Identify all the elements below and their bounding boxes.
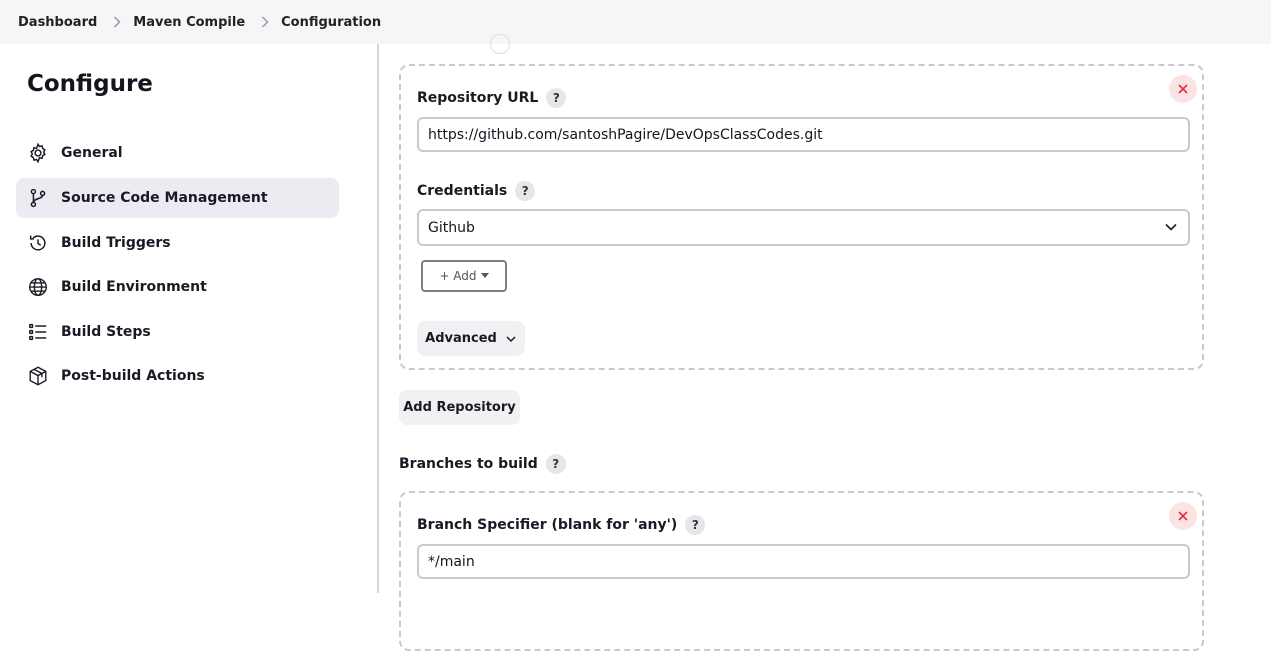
- main-content: Repository URL ? https://github.com/sant…: [379, 34, 1271, 651]
- help-icon[interactable]: ?: [546, 88, 567, 108]
- package-icon: [26, 364, 50, 388]
- advanced-button[interactable]: Advanced: [417, 321, 525, 356]
- breadcrumb: Dashboard Maven Compile Configuration: [0, 15, 381, 30]
- clock-icon: [26, 231, 50, 255]
- chevron-right-icon: [113, 16, 121, 28]
- sidebar-item-build-environment[interactable]: Build Environment: [16, 267, 339, 307]
- globe-icon: [26, 275, 50, 299]
- sidebar-item-post-build-actions[interactable]: Post-build Actions: [16, 356, 339, 396]
- sidebar-item-label: Build Triggers: [61, 235, 171, 251]
- help-icon: [490, 34, 510, 54]
- help-icon[interactable]: ?: [685, 515, 706, 535]
- credentials-select[interactable]: Github: [417, 209, 1190, 246]
- close-icon[interactable]: [1169, 75, 1197, 103]
- repository-url-label: Repository URL ?: [417, 88, 567, 108]
- sidebar-item-general[interactable]: General: [16, 133, 339, 173]
- breadcrumb-dashboard[interactable]: Dashboard: [18, 15, 97, 30]
- list-icon: [26, 320, 50, 344]
- git-branch-icon: [26, 186, 50, 210]
- close-icon[interactable]: [1169, 502, 1197, 530]
- branches-to-build-label: Branches to build ?: [399, 454, 566, 474]
- top-bar: Dashboard Maven Compile Configuration: [0, 0, 1271, 44]
- page-title: Configure: [27, 71, 153, 97]
- sidebar-item-build-triggers[interactable]: Build Triggers: [16, 223, 339, 263]
- sidebar-item-label: Build Steps: [61, 324, 151, 340]
- add-repository-button[interactable]: Add Repository: [399, 390, 520, 425]
- sidebar-item-label: Source Code Management: [61, 190, 268, 206]
- sidebar-item-label: Build Environment: [61, 279, 207, 295]
- add-credentials-button[interactable]: + Add: [421, 260, 507, 292]
- sidebar-item-label: Post-build Actions: [61, 368, 205, 384]
- branch-specifier-input[interactable]: */main: [417, 544, 1190, 579]
- sidebar-item-label: General: [61, 145, 123, 161]
- chevron-right-icon: [261, 16, 269, 28]
- credentials-label: Credentials ?: [417, 181, 536, 201]
- chevron-down-icon: [1164, 220, 1178, 238]
- chevron-down-icon: [506, 335, 516, 342]
- repository-card: Repository URL ? https://github.com/sant…: [399, 64, 1204, 370]
- gear-icon: [26, 141, 50, 165]
- help-icon[interactable]: ?: [545, 454, 566, 474]
- caret-down-icon: [480, 273, 489, 278]
- sidebar-item-build-steps[interactable]: Build Steps: [16, 312, 339, 352]
- help-icon[interactable]: ?: [515, 181, 536, 201]
- breadcrumb-maven-compile[interactable]: Maven Compile: [133, 15, 245, 30]
- sidebar-item-source-code-management[interactable]: Source Code Management: [16, 178, 339, 218]
- breadcrumb-configuration[interactable]: Configuration: [281, 15, 381, 30]
- branch-specifier-label: Branch Specifier (blank for 'any') ?: [417, 515, 706, 535]
- repository-url-input[interactable]: https://github.com/santoshPagire/DevOpsC…: [417, 117, 1190, 152]
- branch-card: Branch Specifier (blank for 'any') ? */m…: [399, 491, 1204, 651]
